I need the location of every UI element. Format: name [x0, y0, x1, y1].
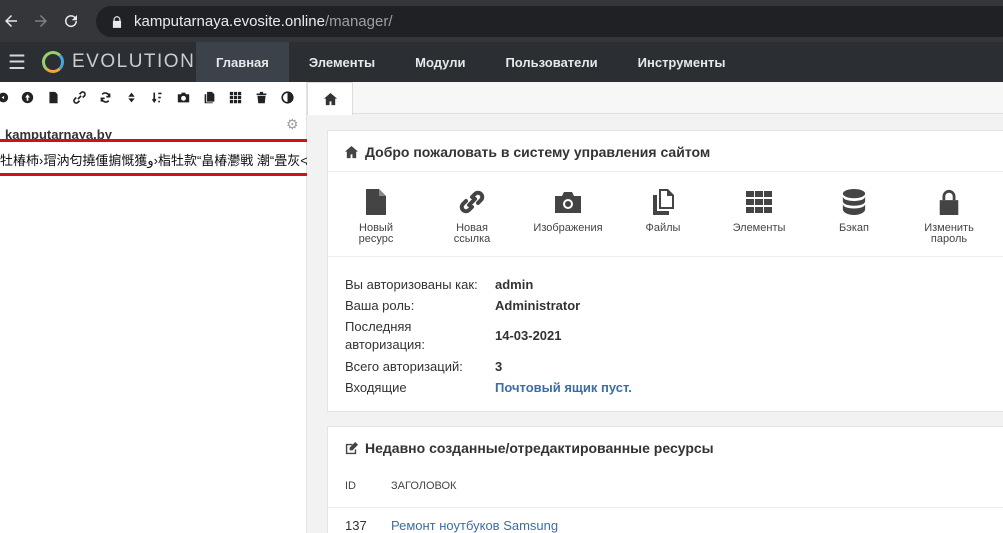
tab-home[interactable] [307, 82, 353, 115]
edit-icon [345, 441, 359, 454]
last-auth-label-line2: авторизация: [345, 337, 425, 352]
menu-elements[interactable]: Элементы [289, 42, 395, 82]
menu-tools[interactable]: Инструменты [618, 42, 746, 82]
role-value: Administrator [495, 298, 581, 313]
manager-header: ☰ EVOLUTION Главная Элементы Модули Поль… [0, 42, 1003, 82]
arrow-left-icon [5, 15, 17, 27]
collapse-icon[interactable] [14, 84, 40, 110]
last-auth-value: 14-03-2021 [495, 328, 562, 343]
welcome-title: Добро пожаловать в систему управления са… [344, 144, 710, 160]
reload-button[interactable] [56, 6, 86, 36]
new-document-icon[interactable] [40, 84, 66, 110]
logo-text: EVOLUTION [72, 51, 196, 72]
browser-toolbar: kamputarnaya.evosite.online/manager/ [0, 0, 1003, 42]
quick-new-resource[interactable]: Новый ресурс [336, 187, 416, 245]
welcome-title-text: Добро пожаловать в систему управления са… [365, 144, 711, 160]
menu-home[interactable]: Главная [196, 42, 289, 82]
back-button[interactable] [0, 6, 26, 36]
quick-files[interactable]: Файлы [623, 187, 703, 234]
divider [328, 507, 1003, 508]
database-icon [814, 187, 894, 217]
quick-label: Изображения [533, 222, 603, 234]
quick-label: Файлы [645, 222, 681, 234]
recent-resources-card: Недавно созданные/отредактированные ресу… [327, 426, 1003, 533]
theme-icon[interactable] [274, 84, 300, 110]
role-label: Ваша роль: [345, 298, 415, 313]
total-auth-value: 3 [495, 359, 503, 374]
sort-icon[interactable] [118, 84, 144, 110]
forward-button[interactable] [26, 6, 56, 36]
grid-icon [719, 187, 799, 217]
expand-icon[interactable] [0, 84, 14, 110]
url-path: /manager/ [324, 13, 393, 30]
column-title-header[interactable]: ЗАГОЛОВОК [391, 480, 456, 492]
quick-label: Новый ресурс [358, 222, 394, 245]
tab-bar [307, 82, 1003, 115]
url-host: kamputarnaya.evosite.online [134, 13, 325, 30]
quick-backup[interactable]: Бэкап [814, 187, 894, 234]
link-icon [432, 187, 512, 217]
document-icon [336, 187, 416, 217]
files-icon [623, 187, 703, 217]
trash-icon[interactable] [248, 84, 274, 110]
welcome-card: Добро пожаловать в систему управления са… [327, 130, 1003, 412]
files-icon[interactable] [196, 84, 222, 110]
last-auth-label-line1: Последняя [345, 319, 412, 334]
elements-icon[interactable] [222, 84, 248, 110]
divider [328, 256, 1003, 257]
auth-label: Вы авторизованы как: [345, 277, 478, 292]
quick-label: Новая ссылка [453, 222, 491, 245]
table-row-id: 137 [345, 518, 367, 533]
logo[interactable]: EVOLUTION [34, 42, 196, 82]
menu-toggle-icon[interactable]: ☰ [0, 42, 34, 82]
weblink-icon[interactable] [66, 84, 92, 110]
images-icon[interactable] [170, 84, 196, 110]
lock-icon [909, 187, 989, 217]
table-row-title-link[interactable]: Ремонт ноутбуков Samsung [391, 518, 558, 533]
gear-icon[interactable]: ⚙ [286, 116, 299, 133]
menu-users[interactable]: Пользователи [485, 42, 617, 82]
lock-icon [112, 15, 122, 28]
quick-change-password[interactable]: Изменить пароль [909, 187, 989, 245]
camera-icon [528, 187, 608, 217]
divider [328, 171, 1003, 172]
arrow-right-icon [35, 15, 47, 27]
main-panel: Добро пожаловать в систему управления са… [307, 82, 1003, 533]
quick-elements[interactable]: Элементы [719, 187, 799, 234]
refresh-icon[interactable] [92, 84, 118, 110]
menu-modules[interactable]: Модули [395, 42, 485, 82]
inbox-label: Входящие [345, 380, 407, 395]
address-bar[interactable]: kamputarnaya.evosite.online/manager/ [96, 6, 1003, 37]
reload-icon [65, 15, 78, 28]
auth-value: admin [495, 277, 534, 292]
recent-title-text: Недавно созданные/отредактированные ресу… [365, 440, 714, 456]
inbox-link[interactable]: Почтовый ящик пуст. [495, 380, 632, 395]
recent-title: Недавно созданные/отредактированные ресу… [344, 440, 714, 456]
logo-ring-icon [42, 51, 64, 73]
total-auth-label: Всего авторизаций: [345, 359, 463, 374]
column-id-header[interactable]: ID [345, 480, 356, 492]
red-highlight-box [0, 139, 336, 176]
home-icon [323, 92, 337, 105]
quick-new-link[interactable]: Новая ссылка [432, 187, 512, 245]
tree-toolbar [0, 82, 306, 112]
quick-label: Элементы [732, 222, 786, 234]
quick-images[interactable]: Изображения [528, 187, 608, 234]
sort-az-icon[interactable] [144, 84, 170, 110]
quick-label: Изменить пароль [924, 222, 974, 245]
home-icon [344, 145, 359, 158]
quick-label: Бэкап [839, 222, 869, 234]
